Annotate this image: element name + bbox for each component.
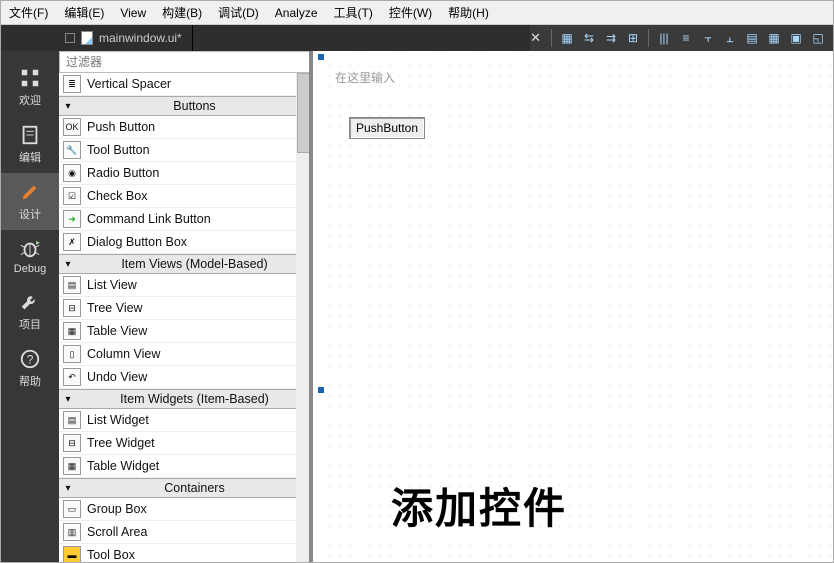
overlay-caption: 添加控件 [391,475,567,536]
scroll-icon: ▥ [63,523,81,541]
widget-push-button[interactable]: OKPush Button [59,116,312,139]
widget-group-box[interactable]: ▭Group Box [59,498,312,521]
tree-icon: ⊟ [63,434,81,452]
widget-dialog-button-box[interactable]: ✗Dialog Button Box [59,231,312,254]
ok-icon: OK [63,118,81,136]
list-icon: ▤ [63,276,81,294]
sidebar-project[interactable]: 项目 [1,283,59,340]
close-icon[interactable]: ✕ [530,30,545,46]
layout-horiz-icon[interactable]: ||| [655,29,673,47]
menu-bar: 文件(F) 编辑(E) View 构建(B) 调试(D) Analyze 工具(… [1,1,833,25]
groupbox-icon: ▭ [63,500,81,518]
menu-tools[interactable]: 工具(T) [326,1,381,24]
check-icon: ☑ [63,187,81,205]
widget-list: ≣Vertical Spacer ▾Buttons OKPush Button … [59,73,312,562]
chevron-down-icon: ▾ [59,101,77,112]
widget-box-panel: ≣Vertical Spacer ▾Buttons OKPush Button … [59,51,313,562]
table-icon: ▦ [63,322,81,340]
widget-tree-widget[interactable]: ⊟Tree Widget [59,432,312,455]
widget-tool-button[interactable]: 🔧Tool Button [59,139,312,162]
resize-handle[interactable] [318,54,324,60]
tab-filename: mainwindow.ui* [99,31,182,45]
break-layout-icon[interactable]: ▣ [787,29,805,47]
type-here-placeholder[interactable]: 在这里输入 [335,69,395,86]
grid-icon [19,67,41,89]
widget-list-view[interactable]: ▤List View [59,274,312,297]
menu-edit[interactable]: 编辑(E) [56,1,112,24]
layout-horiz-split-icon[interactable]: ⫟ [699,29,717,47]
edit-buddies-icon[interactable]: ⇉ [602,29,620,47]
widget-table-widget[interactable]: ▦Table Widget [59,455,312,478]
document-tab[interactable]: mainwindow.ui* [59,25,193,51]
widget-radio-button[interactable]: ◉Radio Button [59,162,312,185]
designer-toolbar: ✕ ▦ ⇆ ⇉ ⊞ ||| ≡ ⫟ ⫠ ▤ ▦ ▣ ◱ [530,25,833,51]
ui-file-icon [81,31,93,45]
filter-input[interactable] [59,51,312,73]
menu-widgets[interactable]: 控件(W) [381,1,440,24]
tree-icon: ⊟ [63,299,81,317]
dialog-icon: ✗ [63,233,81,251]
tool-icon: 🔧 [63,141,81,159]
column-icon: ▯ [63,345,81,363]
layout-vert-split-icon[interactable]: ⫠ [721,29,739,47]
list-icon: ▤ [63,411,81,429]
table-icon: ▦ [63,457,81,475]
document-tab-bar: mainwindow.ui* ✕ ▦ ⇆ ⇉ ⊞ ||| ≡ ⫟ ⫠ ▤ ▦ ▣… [1,25,833,51]
sidebar-design[interactable]: 设计 [1,173,59,230]
sidebar-help[interactable]: ? 帮助 [1,340,59,397]
chevron-down-icon: ▾ [59,259,77,270]
spring-icon: ≣ [63,75,81,93]
undo-icon: ↶ [63,368,81,386]
widget-tool-box[interactable]: ▬Tool Box [59,544,312,562]
menu-view[interactable]: View [112,3,154,23]
group-containers[interactable]: ▾Containers [59,478,312,498]
menu-debug[interactable]: 调试(D) [210,1,267,24]
edit-widgets-icon[interactable]: ▦ [558,29,576,47]
layout-vert-icon[interactable]: ≡ [677,29,695,47]
layout-form-icon[interactable]: ▤ [743,29,761,47]
pencil-icon [19,181,41,203]
chevron-down-icon: ▾ [59,483,77,494]
wrench-icon [19,291,41,313]
menu-build[interactable]: 构建(B) [154,1,210,24]
sidebar-edit[interactable]: 编辑 [1,116,59,173]
document-icon [19,124,41,146]
widget-undo-view[interactable]: ↶Undo View [59,366,312,389]
menu-analyze[interactable]: Analyze [267,3,326,23]
menu-help[interactable]: 帮助(H) [440,1,497,24]
resize-handle[interactable] [318,387,324,393]
arrow-icon: ➜ [63,210,81,228]
layout-grid-icon[interactable]: ▦ [765,29,783,47]
chevron-down-icon: ▾ [59,394,77,405]
edit-signals-icon[interactable]: ⇆ [580,29,598,47]
form-area[interactable]: 在这里输入 PushButton [321,57,833,433]
widget-list-widget[interactable]: ▤List Widget [59,409,312,432]
menu-file[interactable]: 文件(F) [1,1,56,24]
help-icon: ? [19,348,41,370]
widget-table-view[interactable]: ▦Table View [59,320,312,343]
pushbutton-widget[interactable]: PushButton [349,117,425,139]
group-buttons[interactable]: ▾Buttons [59,96,312,116]
adjust-size-icon[interactable]: ◱ [809,29,827,47]
widget-command-link[interactable]: ➜Command Link Button [59,208,312,231]
widget-column-view[interactable]: ▯Column View [59,343,312,366]
dock-icon [65,33,75,43]
widget-check-box[interactable]: ☑Check Box [59,185,312,208]
group-item-widgets[interactable]: ▾Item Widgets (Item-Based) [59,389,312,409]
widget-scroll-area[interactable]: ▥Scroll Area [59,521,312,544]
sidebar-welcome[interactable]: 欢迎 [1,59,59,116]
group-item-views[interactable]: ▾Item Views (Model-Based) [59,254,312,274]
toolbox-icon: ▬ [63,546,81,562]
bug-icon: ▸ [19,238,41,260]
widget-vertical-spacer[interactable]: ≣Vertical Spacer [59,73,312,96]
radio-icon: ◉ [63,164,81,182]
design-canvas[interactable]: 在这里输入 PushButton 添加控件 [313,51,833,562]
svg-text:?: ? [27,353,34,367]
widget-tree-view[interactable]: ⊟Tree View [59,297,312,320]
sidebar-debug[interactable]: ▸ Debug [1,230,59,283]
mode-sidebar: 欢迎 编辑 设计 ▸ Debug 项目 ? 帮助 [1,51,59,562]
design-canvas-wrap: 在这里输入 PushButton 添加控件 [313,51,833,562]
edit-tab-order-icon[interactable]: ⊞ [624,29,642,47]
